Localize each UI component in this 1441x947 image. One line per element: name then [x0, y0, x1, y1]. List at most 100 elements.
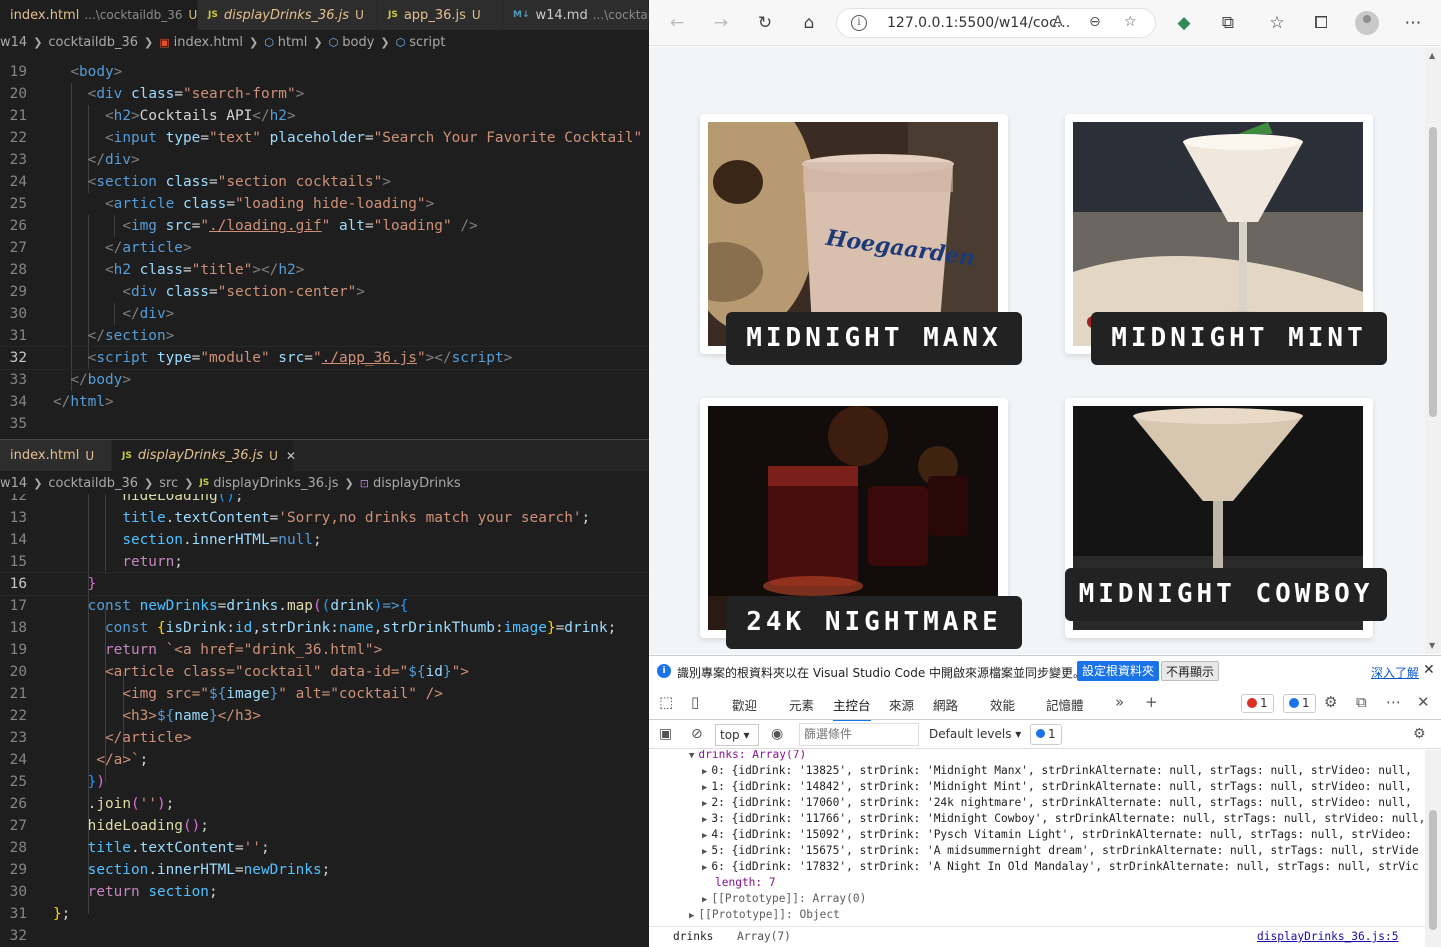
add-favorite-icon[interactable]: ☆: [1124, 14, 1137, 30]
tab-console[interactable]: 主控台: [833, 695, 871, 722]
cocktail-name[interactable]: 24K NIGHTMARE: [726, 596, 1022, 649]
issues-badge[interactable]: 1: [1030, 724, 1062, 745]
console-line[interactable]: ▶ 6: {idDrink: '17832', strDrink: 'A Nigh…: [702, 859, 1419, 875]
expand-down-icon[interactable]: ▼: [689, 751, 694, 761]
more-menu-icon[interactable]: ⋯: [1401, 11, 1425, 35]
extension-globe-icon[interactable]: ◆: [1172, 11, 1196, 35]
forward-arrow-icon[interactable]: →: [709, 11, 733, 35]
tab-elements[interactable]: 元素: [789, 695, 814, 714]
collections-icon[interactable]: ⧠: [1309, 11, 1333, 35]
tab-index-html[interactable]: index.html ...\cocktaildb_36 U: [0, 0, 198, 30]
close-icon[interactable]: ✕: [1417, 693, 1430, 711]
console-scrollbar[interactable]: [1425, 750, 1441, 947]
breadcrumb-item[interactable]: displayDrinks_36.js: [213, 476, 338, 491]
back-arrow-icon[interactable]: ←: [665, 11, 689, 35]
expand-right-icon[interactable]: ▶: [702, 895, 707, 905]
live-expression-eye-icon[interactable]: ◉: [771, 726, 783, 742]
breadcrumb-item[interactable]: w14: [0, 476, 27, 491]
set-root-folder-button[interactable]: 設定根資料夾: [1077, 661, 1160, 681]
filter-input[interactable]: 篩選條件: [799, 723, 919, 746]
close-icon[interactable]: ✕: [1423, 662, 1435, 678]
console-line[interactable]: ▶ 0: {idDrink: '13825', strDrink: 'Midnig…: [702, 763, 1412, 779]
more-menu-icon[interactable]: ⋯: [1386, 693, 1401, 711]
sidebar-toggle-icon[interactable]: ▣: [659, 726, 672, 742]
scroll-up-icon[interactable]: ▲: [1429, 51, 1435, 60]
tab-welcome[interactable]: 歡迎: [732, 695, 757, 714]
code-editor-top[interactable]: 19 <body> 20 <div class="search-form"> 2…: [0, 61, 649, 436]
console-line[interactable]: ▶ 5: {idDrink: '15675', strDrink: 'A mids…: [702, 843, 1419, 859]
tab-displaydrinks-js[interactable]: JS displayDrinks_36.js U: [198, 0, 378, 30]
read-aloud-icon[interactable]: A: [1053, 14, 1063, 30]
expand-right-icon[interactable]: ▶: [702, 847, 707, 857]
learn-more-link[interactable]: 深入了解: [1371, 664, 1419, 681]
tab-app-js[interactable]: JS app_36.js U: [378, 0, 503, 30]
tab-network[interactable]: 網路: [933, 695, 958, 714]
breadcrumb-item[interactable]: w14: [0, 35, 27, 50]
home-icon[interactable]: ⌂: [797, 11, 821, 35]
message-count-badge[interactable]: 1: [1283, 694, 1316, 713]
url-text[interactable]: 127.0.0.1:5500/w14/coc...: [887, 15, 1070, 31]
console-line[interactable]: ▶ 3: {idDrink: '11766', strDrink: 'Midnig…: [702, 811, 1425, 827]
cocktail-card[interactable]: MIDNIGHT COWBOY: [1065, 398, 1387, 638]
console-line[interactable]: ▶ 4: {idDrink: '15092', strDrink: 'Pysch …: [702, 827, 1412, 843]
scroll-thumb[interactable]: [1429, 127, 1437, 417]
breadcrumb-item[interactable]: displayDrinks: [373, 476, 461, 491]
tab-sources[interactable]: 來源: [889, 695, 914, 714]
inspect-element-icon[interactable]: ⬚: [659, 693, 673, 711]
tab-w14-md[interactable]: M↓ w14.md ...\cocktailc: [503, 0, 649, 30]
favorites-icon[interactable]: ☆: [1265, 11, 1289, 35]
dont-show-again-button[interactable]: 不再顯示: [1161, 661, 1220, 681]
scroll-down-icon[interactable]: ▼: [1429, 641, 1435, 650]
expand-right-icon[interactable]: ▶: [702, 863, 707, 873]
cocktail-name[interactable]: MIDNIGHT MINT: [1091, 312, 1387, 365]
page-scrollbar[interactable]: ▲ ▼: [1425, 47, 1441, 654]
address-bar[interactable]: i 127.0.0.1:5500/w14/coc... A ⊖ ☆: [836, 8, 1156, 38]
console-output[interactable]: ▼ drinks: Array(7) ▶ 0: {idDrink: '13825',…: [649, 750, 1425, 947]
expand-right-icon[interactable]: ▶: [702, 767, 707, 777]
console-line[interactable]: ▼ drinks: Array(7): [689, 750, 806, 763]
refresh-icon[interactable]: ↻: [753, 11, 777, 35]
close-icon[interactable]: ✕: [286, 449, 296, 463]
breadcrumb-item[interactable]: cocktaildb_36: [48, 35, 138, 50]
console-line[interactable]: ▶ [[Prototype]]: Object: [689, 907, 840, 923]
expand-right-icon[interactable]: ▶: [702, 831, 707, 841]
breadcrumb-item[interactable]: body: [342, 35, 374, 50]
context-selector[interactable]: top ▾: [715, 724, 759, 746]
error-count-badge[interactable]: 1: [1241, 694, 1274, 713]
console-line[interactable]: ▶ [[Prototype]]: Array(0): [702, 891, 866, 907]
cocktail-card[interactable]: MIDNIGHT MINT: [1065, 114, 1387, 365]
cocktail-name[interactable]: MIDNIGHT MANX: [726, 312, 1022, 365]
extensions-puzzle-icon[interactable]: ⧉: [1216, 11, 1240, 35]
expand-right-icon[interactable]: ▶: [702, 799, 707, 809]
log-value[interactable]: Array(7): [737, 930, 791, 943]
code-editor-bottom[interactable]: 12 hideLoading(); 13 title.textContent='…: [0, 494, 649, 947]
breadcrumb-item[interactable]: html: [278, 35, 308, 50]
breadcrumb-item[interactable]: script: [409, 35, 445, 50]
log-levels-dropdown[interactable]: Default levels ▾: [929, 727, 1021, 741]
console-line[interactable]: ▶ 2: {idDrink: '17060', strDrink: '24k ni…: [702, 795, 1412, 811]
tab-index-html[interactable]: index.html U: [0, 440, 112, 471]
clear-console-icon[interactable]: ⊘: [691, 726, 703, 742]
tab-memory[interactable]: 記憶體: [1046, 695, 1084, 714]
tab-displaydrinks-js[interactable]: JS displayDrinks_36.js U ✕: [112, 440, 296, 471]
device-emulation-icon[interactable]: ▯: [691, 693, 699, 711]
profile-avatar[interactable]: [1355, 11, 1379, 35]
expand-right-icon[interactable]: ▶: [702, 815, 707, 825]
cocktail-name[interactable]: MIDNIGHT COWBOY: [1065, 568, 1387, 621]
breadcrumb-item[interactable]: index.html: [174, 35, 243, 50]
more-tabs-icon[interactable]: »: [1115, 693, 1124, 711]
zoom-out-icon[interactable]: ⊖: [1089, 14, 1101, 30]
scroll-thumb[interactable]: [1429, 810, 1437, 930]
breadcrumb-item[interactable]: cocktaildb_36: [48, 476, 138, 491]
dock-options-icon[interactable]: ⧉: [1356, 693, 1367, 711]
tab-performance[interactable]: 效能: [990, 695, 1015, 714]
expand-right-icon[interactable]: ▶: [702, 783, 707, 793]
settings-gear-icon[interactable]: ⚙: [1324, 693, 1337, 711]
source-location-link[interactable]: displayDrinks_36.js:5: [1257, 930, 1398, 943]
info-icon[interactable]: i: [851, 15, 867, 31]
console-line[interactable]: ▶ 1: {idDrink: '14842', strDrink: 'Midnig…: [702, 779, 1412, 795]
cocktail-card[interactable]: Hoegaarden MIDNIGHT MANX: [700, 114, 1022, 365]
console-settings-gear-icon[interactable]: ⚙: [1413, 726, 1426, 742]
add-tab-icon[interactable]: +: [1145, 693, 1158, 711]
breadcrumb-item[interactable]: src: [159, 476, 178, 491]
